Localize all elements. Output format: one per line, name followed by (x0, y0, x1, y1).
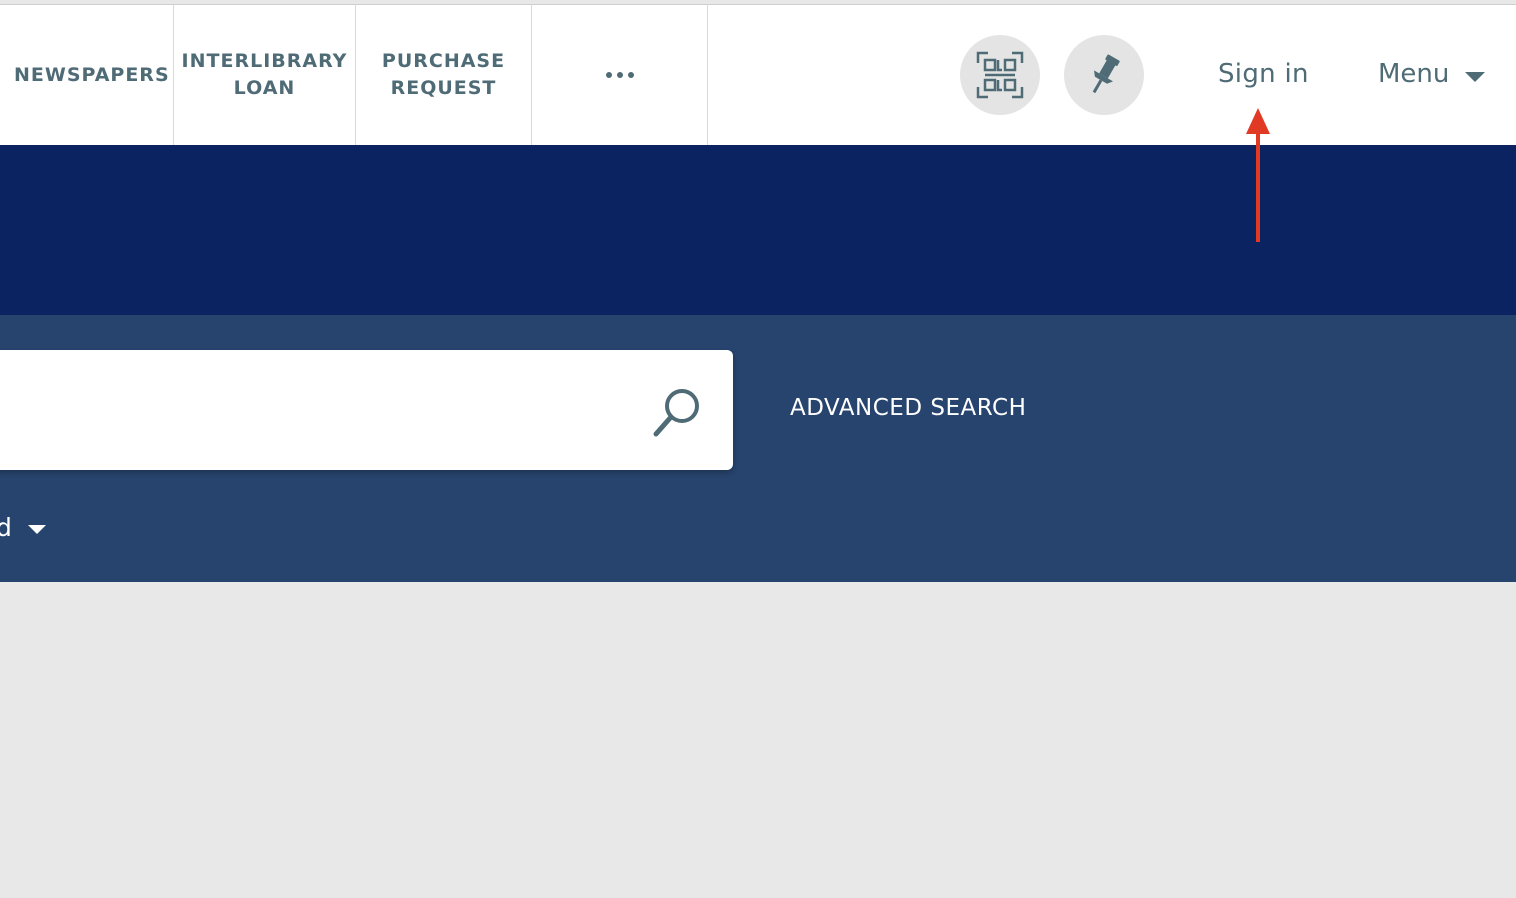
top-navigation-bar: NEWSPAPERS INTERLIBRARY LOAN PURCHASE RE… (0, 4, 1516, 145)
pin-button[interactable] (1064, 35, 1144, 115)
qr-code-button[interactable] (960, 35, 1040, 115)
search-box (0, 350, 733, 472)
search-icon[interactable] (650, 386, 706, 438)
nav-newspapers[interactable]: NEWSPAPERS (0, 5, 174, 145)
search-scope-dropdown[interactable]: d (0, 513, 46, 542)
nav-interlibrary-loan[interactable]: INTERLIBRARY LOAN (174, 5, 356, 145)
hero-banner (0, 145, 1516, 315)
primary-nav: NEWSPAPERS INTERLIBRARY LOAN PURCHASE RE… (0, 5, 708, 145)
chevron-down-icon (1465, 72, 1486, 82)
menu-label: Menu (1378, 59, 1450, 89)
search-section: ADVANCED SEARCH d (0, 315, 1516, 582)
search-input[interactable] (10, 350, 634, 472)
chevron-down-icon (27, 525, 46, 534)
menu-button[interactable]: Menu (1378, 59, 1486, 89)
sign-in-link[interactable]: Sign in (1218, 59, 1309, 89)
advanced-search-link[interactable]: ADVANCED SEARCH (790, 395, 1026, 421)
search-scope-label: d (0, 513, 12, 542)
qr-code-icon (976, 51, 1024, 99)
nav-purchase-request[interactable]: PURCHASE REQUEST (356, 5, 532, 145)
pin-icon (1092, 54, 1120, 94)
arrow-annotation (1246, 108, 1270, 242)
nav-more-button[interactable] (532, 5, 708, 145)
more-icon (605, 72, 634, 78)
